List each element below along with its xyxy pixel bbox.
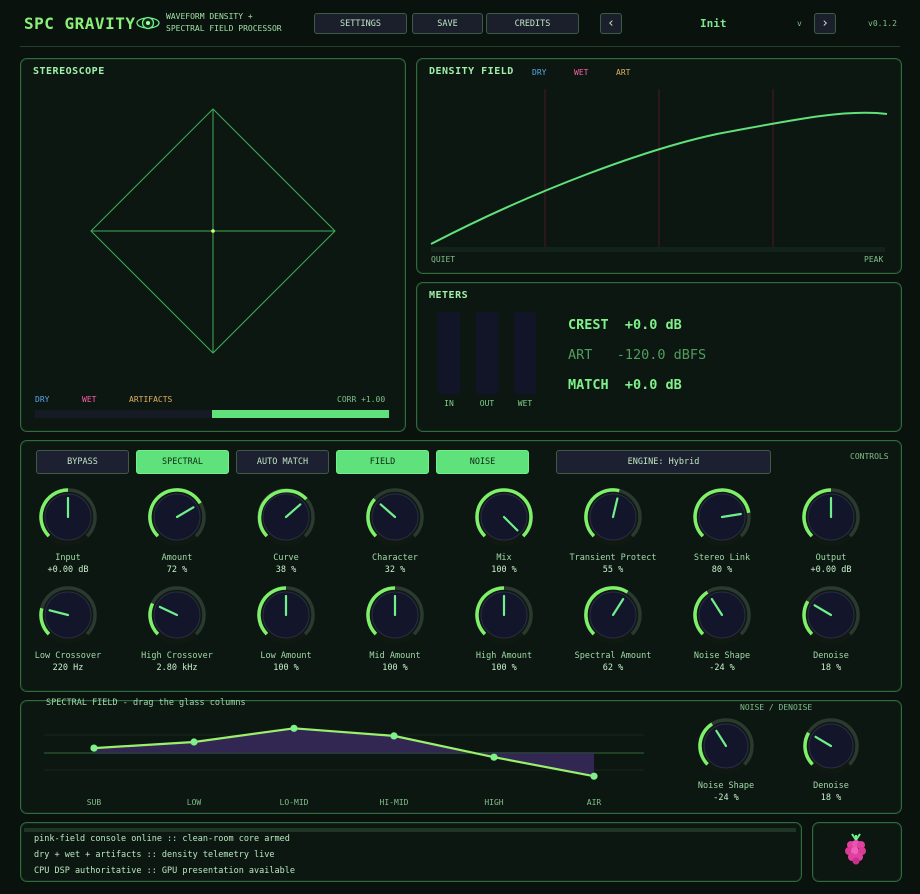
knob-value: -24 % [713,793,739,803]
spectral-band-handle[interactable] [90,744,98,752]
band-label-hi-mid: HI-MID [379,798,409,807]
console-line: pink-field console online :: clean-room … [34,834,290,844]
knob-label: Noise Shape [697,781,755,791]
spectral-band-handle[interactable] [290,724,298,732]
spectral-band-handle[interactable] [590,772,598,780]
noise-shape-knob[interactable] [698,718,754,774]
console-scroll-track [24,828,796,832]
spectral-field-editor[interactable] [0,0,920,894]
knob-label: Denoise [813,781,849,791]
band-label-sub: SUB [86,798,102,807]
raspberry-icon[interactable] [841,832,871,866]
denoise-knob[interactable] [803,718,859,774]
knob-value: 18 % [820,793,842,803]
console-line: dry + wet + artifacts :: density telemet… [34,850,275,860]
spectral-band-handle[interactable] [490,753,498,761]
band-label-high: HIGH [484,798,504,807]
spectral-band-handle[interactable] [190,738,198,746]
band-label-lo-mid: LO-MID [279,798,309,807]
band-label-air: AIR [586,798,602,807]
noise-denoise-title: NOISE / DENOISE [740,703,813,712]
band-label-low: LOW [186,798,202,807]
spectral-band-handle[interactable] [390,732,398,740]
console-line: CPU DSP authoritative :: GPU presentatio… [34,866,295,876]
